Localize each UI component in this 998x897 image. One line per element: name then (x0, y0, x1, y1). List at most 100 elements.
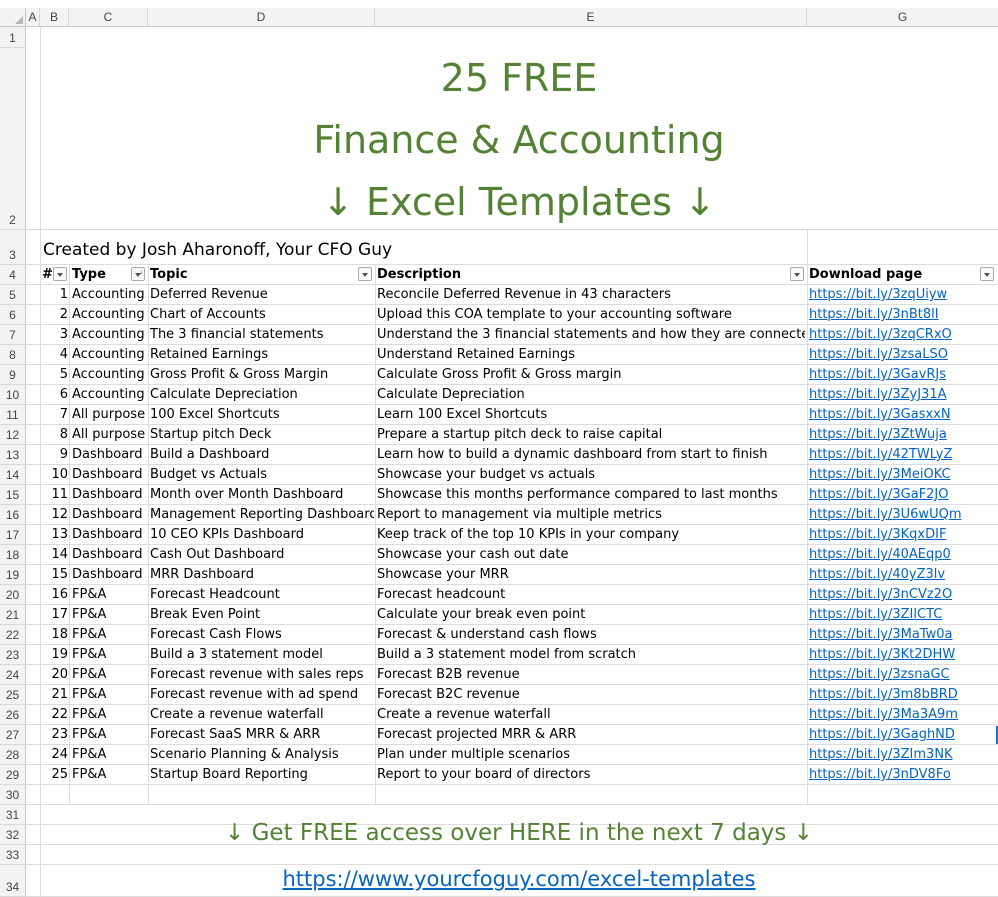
row-header[interactable]: 4 (0, 265, 26, 285)
cell-type: All purpose (72, 427, 146, 442)
row-header[interactable]: 2 (0, 48, 26, 230)
cell-download-link[interactable]: https://bit.ly/3ZtWuja (809, 425, 995, 445)
cell-download-link[interactable]: https://bit.ly/3GavRJs (809, 365, 995, 385)
cell-topic: Create a revenue waterfall (150, 707, 324, 722)
cell-download-link[interactable]: https://bit.ly/3GaF2JO (809, 485, 995, 505)
cell-topic: Retained Earnings (150, 347, 269, 362)
cell-number: 20 (51, 667, 68, 682)
cell-download-link[interactable]: https://bit.ly/3nCVz2O (809, 585, 995, 605)
cell-download-link[interactable]: https://bit.ly/3U6wUQm (809, 505, 995, 525)
cell-download-link[interactable]: https://bit.ly/3Kt2DHW (809, 645, 995, 665)
row-header[interactable]: 30 (0, 785, 26, 805)
cell-topic: 10 CEO KPIs Dashboard (150, 527, 304, 542)
cell-number: 4 (59, 347, 68, 362)
cell-description: Keep track of the top 10 KPIs in your co… (377, 527, 680, 542)
cell-topic: Budget vs Actuals (150, 467, 267, 482)
cell-description: Report to your board of directors (377, 767, 591, 782)
cell-number: 19 (51, 647, 68, 662)
filter-dropdown-description[interactable] (790, 267, 804, 281)
filter-dropdown-download[interactable] (980, 267, 994, 281)
cell-topic: Gross Profit & Gross Margin (150, 367, 329, 382)
cell-number: 6 (59, 387, 68, 402)
table-row: 21 FP&A Forecast revenue with ad spend Fore… (0, 685, 998, 705)
cell-type: FP&A (72, 727, 107, 742)
cell-description: Showcase your MRR (377, 567, 509, 582)
header-type: Type (72, 267, 106, 282)
cell-type: FP&A (72, 707, 107, 722)
row-number: 31 (5, 808, 20, 822)
cell-topic: Scenario Planning & Analysis (150, 747, 339, 762)
cell-type: All purpose (72, 407, 146, 422)
cell-topic: Cash Out Dashboard (150, 547, 285, 562)
cell-download-link[interactable]: https://bit.ly/3ZyJ31A (809, 385, 995, 405)
cell-type: Accounting (72, 307, 145, 322)
row-header[interactable]: 31 (0, 805, 26, 825)
col-header-C[interactable]: C (69, 8, 148, 27)
cell-description: Forecast headcount (377, 587, 506, 602)
cell-download-link[interactable]: https://bit.ly/3GasxxN (809, 405, 995, 425)
col-header-D[interactable]: D (148, 8, 375, 27)
cell-number: 12 (51, 507, 68, 522)
header-topic: Topic (150, 267, 188, 282)
cell-download-link[interactable]: https://bit.ly/3KqxDIF (809, 525, 995, 545)
cell-description: Create a revenue waterfall (377, 707, 551, 722)
cell-topic: Management Reporting Dashboard (150, 507, 374, 522)
cell-description: Learn 100 Excel Shortcuts (377, 407, 548, 422)
cell-download-link[interactable]: https://bit.ly/3zqUiyw (809, 285, 995, 305)
row-header[interactable]: 32 (0, 825, 26, 845)
cell-download-link[interactable]: https://bit.ly/40AEqp0 (809, 545, 995, 565)
cell-type: FP&A (72, 607, 107, 622)
table-row: 11 Dashboard Month over Month Dashboard Sho… (0, 485, 998, 505)
cta-text: ↓ Get FREE access over HERE in the next … (225, 820, 813, 846)
cell-download-link[interactable]: https://bit.ly/42TWLyZ (809, 445, 995, 465)
cell-download-link[interactable]: https://bit.ly/40yZ3lv (809, 565, 995, 585)
cell-type: Accounting (72, 327, 145, 342)
table-row: 10 Dashboard Budget vs Actuals Showcase you… (0, 465, 998, 485)
row-number: 30 (5, 788, 20, 802)
col-header-E[interactable]: E (375, 8, 807, 27)
col-header-B[interactable]: B (40, 8, 69, 27)
cell-download-link[interactable]: https://bit.ly/3m8bBRD (809, 685, 995, 705)
table-row: 19 FP&A Build a 3 statement model Build a 3… (0, 645, 998, 665)
cell-download-link[interactable]: https://bit.ly/3nBt8lI (809, 305, 995, 325)
row-header[interactable]: 34 (0, 865, 26, 897)
cell-download-link[interactable]: https://bit.ly/3MeiOKC (809, 465, 995, 485)
cell-description: Understand Retained Earnings (377, 347, 575, 362)
select-all-corner[interactable] (0, 8, 26, 27)
row-header[interactable]: 3 (0, 230, 26, 265)
table-row: 6 Accounting Calculate Depreciation Calcula… (0, 385, 998, 405)
row-header[interactable]: 1 (0, 27, 26, 48)
filter-dropdown-type[interactable] (131, 267, 145, 281)
row-header[interactable]: 33 (0, 845, 26, 865)
cell-download-link[interactable]: https://bit.ly/3zsaLSO (809, 345, 995, 365)
row-number: 32 (5, 828, 20, 842)
col-header-G[interactable]: G (807, 8, 998, 27)
col-header-A[interactable]: A (26, 8, 40, 27)
cell-topic: The 3 financial statements (150, 327, 324, 342)
cta-link[interactable]: https://www.yourcfoguy.com/excel-templat… (40, 867, 998, 891)
cell-description: Showcase your budget vs actuals (377, 467, 596, 482)
cell-download-link[interactable]: https://bit.ly/3GaghND (809, 725, 995, 745)
table-row: 7 All purpose 100 Excel Shortcuts Learn 100… (0, 405, 998, 425)
table-row: 9 Dashboard Build a Dashboard Learn how to … (0, 445, 998, 465)
cell-download-link[interactable]: https://bit.ly/3Ma3A9m (809, 705, 995, 725)
cell-download-link[interactable]: https://bit.ly/3zsnaGC (809, 665, 995, 685)
cell-type: Dashboard (72, 487, 143, 502)
cell-description: Upload this COA template to your account… (377, 307, 732, 322)
filter-dropdown-num[interactable] (53, 267, 67, 281)
cell-topic: Startup pitch Deck (150, 427, 272, 442)
cell-number: 13 (51, 527, 68, 542)
cell-download-link[interactable]: https://bit.ly/3zqCRxO (809, 325, 995, 345)
cell-number: 18 (51, 627, 68, 642)
cell-download-link[interactable]: https://bit.ly/3ZIm3NK (809, 745, 995, 765)
row-gridline (26, 229, 998, 230)
cell-description: Reconcile Deferred Revenue in 43 charact… (377, 287, 671, 302)
cell-type: Dashboard (72, 507, 143, 522)
cell-download-link[interactable]: https://bit.ly/3nDV8Fo (809, 765, 995, 785)
cell-download-link[interactable]: https://bit.ly/3MaTw0a (809, 625, 995, 645)
filter-dropdown-topic[interactable] (358, 267, 372, 281)
cell-download-link[interactable]: https://bit.ly/3ZIlCTC (809, 605, 995, 625)
header-num: # (42, 267, 53, 282)
cell-description: Understand the 3 financial statements an… (377, 327, 805, 342)
row-number: 34 (5, 880, 20, 894)
